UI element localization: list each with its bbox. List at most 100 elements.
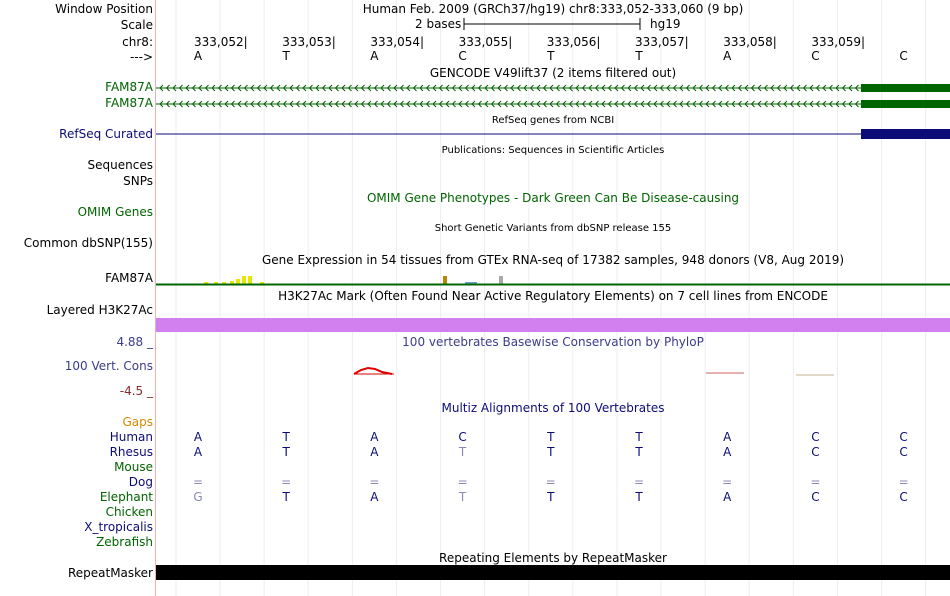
multiz-base: A	[370, 490, 379, 504]
repeatmasker-track-title: Repeating Elements by RepeatMasker	[439, 551, 667, 565]
ruler-position: 333,055|	[458, 35, 513, 49]
multiz-base: =	[369, 475, 380, 489]
h3k27ac-signal[interactable]	[156, 318, 950, 334]
publications-snps-label[interactable]: SNPs	[123, 174, 153, 188]
multiz-species-label[interactable]: Human	[110, 430, 153, 444]
multiz-base: T	[547, 430, 555, 444]
multiz-species-label[interactable]: Dog	[129, 475, 153, 489]
multiz-base: =	[281, 475, 292, 489]
multiz-base: =	[192, 475, 204, 489]
multiz-base: C	[899, 445, 908, 459]
strand-label: --->	[129, 50, 153, 64]
multiz-base: =	[898, 475, 909, 489]
assembly-position-text: Human Feb. 2009 (GRCh37/hg19) chr8:333,0…	[362, 2, 744, 16]
gene-exon-block	[861, 100, 950, 108]
multiz-base: C	[899, 490, 908, 504]
ruler-position: 333,059|	[811, 35, 866, 49]
gencode-track-title: GENCODE V49lift37 (2 items filtered out)	[429, 66, 677, 80]
multiz-base: T	[458, 490, 467, 504]
conservation-track-label[interactable]: 100 Vert. Cons	[65, 359, 153, 373]
base-letter: A	[193, 49, 203, 63]
multiz-track-title: Multiz Alignments of 100 Vertebrates	[441, 401, 665, 415]
refseq-track-title: RefSeq genes from NCBI	[491, 115, 615, 126]
ruler-position: 333,056|	[546, 35, 601, 49]
conservation-min-label: -4.5 _	[119, 384, 153, 398]
multiz-base: C	[458, 430, 467, 444]
multiz-base: G	[193, 490, 203, 504]
multiz-base: T	[458, 445, 467, 459]
multiz-base: A	[370, 445, 379, 459]
multiz-base: A	[193, 430, 203, 444]
multiz-base: A	[723, 430, 732, 444]
base-letter: T	[547, 49, 555, 63]
multiz-base: C	[811, 445, 820, 459]
multiz-base: T	[635, 430, 643, 444]
multiz-base: C	[899, 430, 908, 444]
base-letter: C	[899, 49, 908, 63]
h3k27ac-track-label[interactable]: Layered H3K27Ac	[47, 303, 153, 317]
scale-label: Scale	[120, 18, 153, 32]
base-letter: C	[811, 49, 820, 63]
multiz-base: T	[547, 445, 555, 459]
omim-track-title: OMIM Gene Phenotypes - Dark Green Can Be…	[366, 191, 740, 205]
multiz-base: =	[457, 475, 468, 489]
repeatmasker-element[interactable]	[156, 565, 950, 581]
dbsnp-track-label[interactable]: Common dbSNP(155)	[24, 236, 153, 250]
ruler-position: 333,057|	[635, 35, 689, 49]
multiz-base: A	[723, 490, 732, 504]
conservation-track-title: 100 vertebrates Basewise Conservation by…	[402, 335, 704, 349]
base-letter: C	[458, 49, 467, 63]
multiz-base: T	[635, 445, 643, 459]
multiz-species-label[interactable]: X_tropicalis	[84, 520, 153, 534]
multiz-base: T	[282, 490, 290, 504]
multiz-base: =	[810, 475, 821, 489]
publications-track-title: Publications: Sequences in Scientific Ar…	[441, 145, 665, 156]
refseq-track-label[interactable]: RefSeq Curated	[59, 127, 153, 141]
gencode-gene-models[interactable]	[156, 80, 950, 112]
multiz-species-label[interactable]: Chicken	[106, 505, 153, 519]
base-letter: T	[282, 49, 290, 63]
gencode-item-label[interactable]: FAM87A	[105, 80, 153, 94]
multiz-base: =	[633, 475, 645, 489]
multiz-gaps-label[interactable]: Gaps	[122, 415, 153, 429]
publications-sequences-label[interactable]: Sequences	[88, 158, 153, 172]
ruler-position: 333,058|	[723, 35, 777, 49]
multiz-base: A	[370, 430, 379, 444]
multiz-base: =	[722, 475, 733, 489]
ruler-position: 333,053|	[282, 35, 336, 49]
multiz-base: T	[635, 490, 643, 504]
base-letter: T	[635, 49, 643, 63]
multiz-base: C	[811, 490, 820, 504]
omim-track-label[interactable]: OMIM Genes	[78, 205, 153, 219]
gtex-gene-label[interactable]: FAM87A	[105, 271, 153, 285]
multiz-base: A	[193, 445, 203, 459]
chromosome-label: chr8:	[122, 35, 153, 49]
gencode-item-label[interactable]: FAM87A	[105, 96, 153, 110]
scale-bar-text: 2 bases	[415, 17, 462, 31]
multiz-base: T	[547, 490, 555, 504]
h3k27ac-track-title: H3K27Ac Mark (Often Found Near Active Re…	[278, 289, 828, 303]
multiz-species-label[interactable]: Zebrafish	[96, 535, 153, 549]
multiz-species-label[interactable]: Mouse	[114, 460, 153, 474]
multiz-base: C	[811, 430, 820, 444]
scale-bar	[463, 18, 641, 30]
base-letter: A	[723, 49, 732, 63]
ruler-position: 333,054|	[370, 35, 425, 49]
multiz-base: T	[282, 445, 290, 459]
multiz-base: A	[723, 445, 732, 459]
base-letter: A	[370, 49, 379, 63]
gene-exon-block	[861, 84, 950, 92]
window-position-label: Window Position	[55, 2, 153, 16]
ruler-position: 333,052|	[194, 35, 248, 49]
gtex-expression-bars[interactable]	[156, 270, 950, 288]
repeatmasker-track-label[interactable]: RepeatMasker	[68, 566, 153, 580]
refseq-gene-model[interactable]	[156, 127, 950, 141]
multiz-base: =	[545, 475, 556, 489]
conservation-max-label: 4.88 _	[116, 335, 153, 349]
multiz-species-label[interactable]: Rhesus	[110, 445, 153, 459]
conservation-plot[interactable]	[156, 360, 950, 384]
gtex-track-title: Gene Expression in 54 tissues from GTEx …	[261, 253, 845, 267]
multiz-species-label[interactable]: Elephant	[100, 490, 153, 504]
scale-assembly: hg19	[650, 17, 681, 31]
multiz-base: T	[282, 430, 290, 444]
